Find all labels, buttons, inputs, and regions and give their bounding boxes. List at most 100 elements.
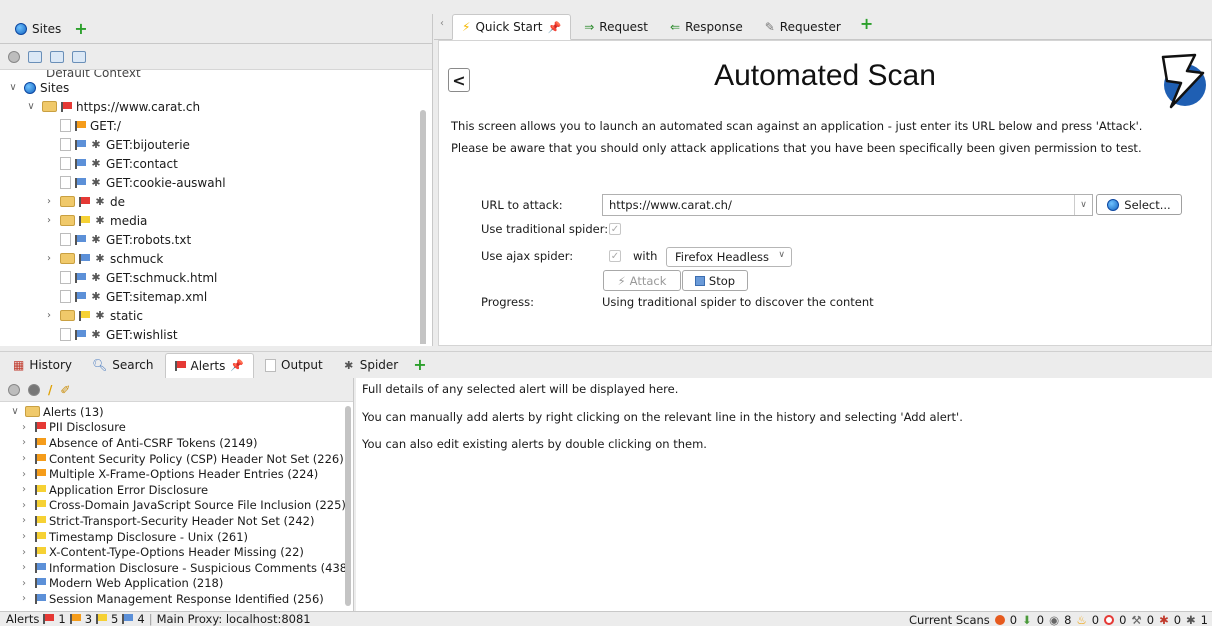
tab-alerts[interactable]: Alerts 📌 — [164, 352, 255, 379]
attack-button[interactable]: ⚡ Attack — [603, 270, 681, 291]
alert-item[interactable]: › Application Error Disclosure — [0, 482, 353, 498]
alert-item[interactable]: › Information Disclosure - Suspicious Com… — [0, 560, 353, 576]
new-context-icon[interactable] — [28, 50, 42, 63]
alert-item[interactable]: › Cross-Domain JavaScript Source File Inc… — [0, 498, 353, 514]
show-context-icon[interactable] — [8, 50, 20, 63]
tab-search[interactable]: 🔍︎ Search — [83, 353, 162, 377]
chevron-right-icon[interactable]: › — [22, 531, 32, 542]
tree-row-label: media — [110, 213, 148, 228]
traditional-spider-checkbox[interactable]: ✓ — [609, 223, 621, 235]
ajax-spider-checkbox[interactable]: ✓ — [609, 250, 621, 262]
alert-item[interactable]: › Session Management Response Identified … — [0, 591, 353, 607]
alert-item[interactable]: › PII Disclosure — [0, 420, 353, 436]
alerts-root[interactable]: ∨ Alerts (13) — [0, 404, 353, 420]
tree-row[interactable]: GET:/ — [6, 116, 432, 135]
add-tab-icon[interactable]: + — [74, 20, 87, 37]
select-button[interactable]: Select... — [1096, 194, 1182, 215]
description-line-2: Please be aware that you should only att… — [451, 141, 1142, 155]
chevron-right-icon[interactable]: › — [22, 453, 32, 464]
chevron-right-icon[interactable]: › — [42, 215, 56, 226]
alert-item-label: Timestamp Disclosure - Unix (261) — [49, 529, 249, 544]
chevron-right-icon[interactable]: › — [42, 253, 56, 264]
alert-item[interactable]: › Multiple X-Frame-Options Header Entries… — [0, 466, 353, 482]
tree-row[interactable]: › ✱ media — [6, 211, 432, 230]
filter-icon[interactable] — [8, 383, 20, 396]
chevron-right-icon[interactable]: › — [22, 422, 32, 433]
scan-count: 0 — [1119, 612, 1127, 626]
chevron-right-icon[interactable]: › — [42, 196, 56, 207]
stop-button[interactable]: Stop — [682, 270, 748, 291]
chevron-right-icon[interactable]: › — [22, 437, 32, 448]
chevron-right-icon[interactable]: › — [22, 484, 32, 495]
tree-row[interactable]: ∨ https://www.carat.ch — [6, 97, 432, 116]
alert-item[interactable]: › Modern Web Application (218) — [0, 576, 353, 592]
tree-row[interactable]: › ✱ schmuck — [6, 249, 432, 268]
main-tabbar: ‹ ⚡ Quick Start 📌 ⇒ Request ⇐ Response ✎… — [434, 0, 1212, 40]
chevron-right-icon[interactable]: › — [22, 578, 32, 589]
chevron-right-icon[interactable]: › — [22, 469, 32, 480]
alert-item[interactable]: › Content Security Policy (CSP) Header No… — [0, 451, 353, 467]
tab-history[interactable]: ▦ History — [4, 353, 81, 377]
tree-partial-row[interactable]: Default Context — [6, 70, 432, 78]
export-context-icon[interactable] — [72, 50, 86, 63]
flag-icon — [79, 310, 90, 321]
eye-icon: ◉ — [1049, 612, 1060, 626]
edit-pencil-icon[interactable]: / — [48, 383, 52, 397]
alert-item[interactable]: › X-Content-Type-Options Header Missing (… — [0, 544, 353, 560]
flag-icon — [75, 120, 86, 131]
tree-row[interactable]: ∨ Sites — [6, 78, 432, 97]
import-context-icon[interactable] — [50, 50, 64, 63]
alert-item[interactable]: › Strict-Transport-Security Header Not Se… — [0, 513, 353, 529]
tab-scroll-left-icon[interactable]: ‹ — [440, 18, 444, 29]
description-line-1: This screen allows you to launch an auto… — [451, 119, 1143, 133]
alert-item[interactable]: › Absence of Anti-CSRF Tokens (2149) — [0, 435, 353, 451]
flag-icon — [75, 291, 86, 302]
scope-icon[interactable] — [28, 383, 40, 396]
chevron-right-icon[interactable]: › — [22, 500, 32, 511]
browser-select[interactable]: Firefox Headless ∨ — [666, 247, 792, 267]
back-button[interactable]: < — [448, 68, 470, 92]
alerts-scrollbar[interactable] — [345, 406, 351, 606]
tree-row[interactable]: › ✱ static — [6, 306, 432, 325]
tab-output[interactable]: Output — [256, 353, 332, 377]
chevron-down-icon[interactable]: ∨ — [8, 406, 22, 417]
delete-alert-icon[interactable]: ✐ — [60, 383, 70, 397]
chevron-right-icon[interactable]: › — [42, 310, 56, 321]
chevron-right-icon[interactable]: › — [22, 562, 32, 573]
page-icon — [60, 138, 71, 151]
tree-row[interactable]: ✱ GET:schmuck.html — [6, 268, 432, 287]
tree-row[interactable]: › ✱ de — [6, 192, 432, 211]
tab-quick-start[interactable]: ⚡ Quick Start 📌 — [452, 14, 572, 40]
chevron-down-icon[interactable]: ∨ — [6, 82, 20, 93]
url-input[interactable]: https://www.carat.ch/ ∨ — [602, 194, 1093, 216]
tab-spider[interactable]: ✱ Spider — [334, 353, 408, 377]
spider-icon: ✱ — [95, 195, 105, 208]
chevron-right-icon[interactable]: › — [22, 593, 32, 604]
tree-row[interactable]: ✱ GET:bijouterie — [6, 135, 432, 154]
flag-icon — [35, 453, 46, 464]
tab-response-label: Response — [685, 20, 743, 34]
scan-count: 0 — [1173, 612, 1182, 626]
sites-scrollbar[interactable] — [420, 110, 426, 344]
tree-row[interactable]: ✱ GET:sitemap.xml — [6, 287, 432, 306]
tree-row-label: GET:wishlist — [106, 327, 178, 342]
chevron-down-icon[interactable]: ∨ — [1074, 195, 1092, 215]
page-icon — [60, 176, 71, 189]
chevron-right-icon[interactable]: › — [22, 547, 32, 558]
flag-icon — [75, 139, 86, 150]
tree-row[interactable]: ✱ GET:wishlist — [6, 325, 432, 344]
alert-item[interactable]: › Timestamp Disclosure - Unix (261) — [0, 529, 353, 545]
tab-requester[interactable]: ✎ Requester — [756, 15, 850, 39]
tab-sites[interactable]: Sites — [6, 17, 70, 41]
chevron-right-icon[interactable]: › — [22, 515, 32, 526]
tree-row-label: https://www.carat.ch — [76, 99, 201, 114]
tab-response[interactable]: ⇐ Response — [661, 15, 752, 39]
tree-row[interactable]: ✱ GET:contact — [6, 154, 432, 173]
tree-row[interactable]: ✱ GET:robots.txt — [6, 230, 432, 249]
add-tab-icon[interactable]: + — [413, 357, 426, 373]
chevron-down-icon[interactable]: ∨ — [24, 101, 38, 112]
tab-request[interactable]: ⇒ Request — [575, 15, 657, 39]
add-tab-icon[interactable]: + — [860, 15, 873, 32]
tree-row[interactable]: ✱ GET:cookie-auswahl — [6, 173, 432, 192]
spider-icon: ✱ — [1186, 612, 1196, 626]
